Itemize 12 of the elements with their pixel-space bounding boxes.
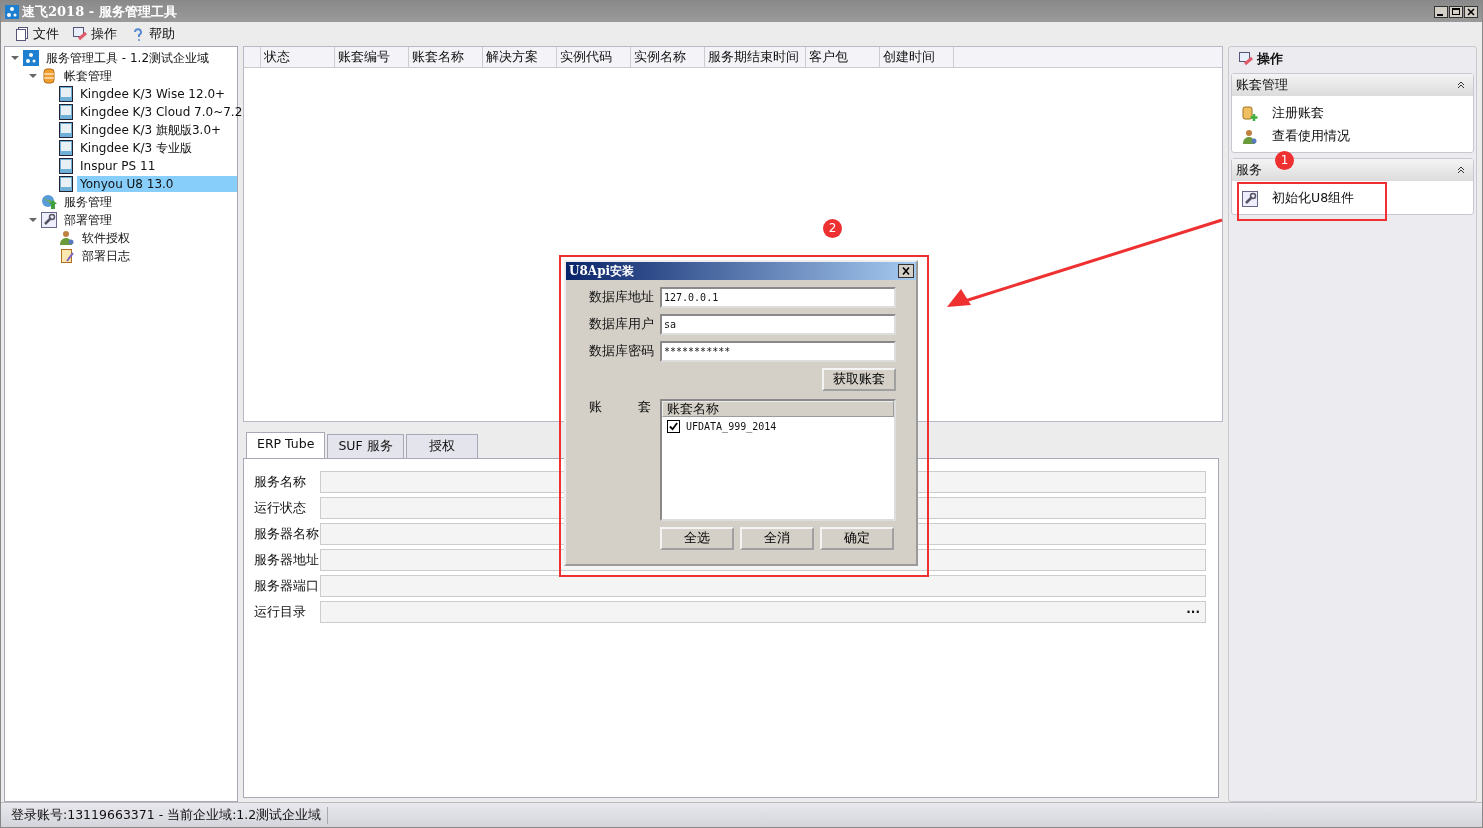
dialog-title: U8Api安装 — [569, 262, 635, 280]
window-title: 速飞2018 - 服务管理工具 — [22, 2, 177, 21]
field-label: 运行状态 — [254, 499, 307, 517]
field-label: 服务器名称 — [254, 525, 320, 543]
field-label: 运行目录 — [254, 603, 307, 621]
status-text: 登录账号:13119663371 - 当前企业域:1.2测试企业域 — [11, 806, 329, 824]
field-label: 服务器端口 — [254, 577, 320, 595]
field-label: 服务器地址 — [254, 551, 320, 569]
field-label: 账套 — [589, 399, 651, 416]
panel-title: 操作 — [1257, 50, 1283, 68]
field-label: 服务名称 — [254, 473, 307, 491]
field-label: 数据库用户 — [589, 316, 651, 333]
